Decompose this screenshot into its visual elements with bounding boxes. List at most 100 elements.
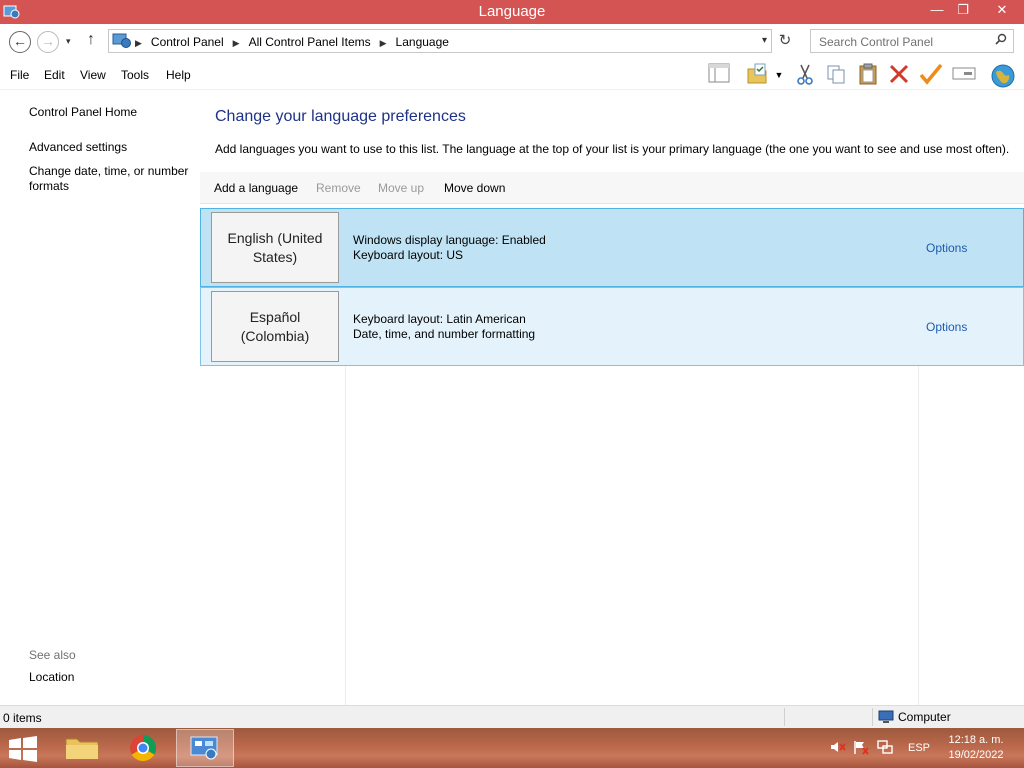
address-dropdown-icon[interactable]: ▾ — [762, 35, 767, 46]
language-name-tile[interactable]: English (United States) — [211, 212, 339, 283]
layout-glyph — [708, 63, 730, 83]
breadcrumb-separator-icon[interactable]: ▶ — [380, 38, 387, 48]
breadcrumb-language[interactable]: Language — [396, 35, 449, 49]
window-title: Language — [478, 3, 546, 20]
cut-icon[interactable] — [792, 63, 818, 87]
computer-label: Computer — [898, 710, 951, 724]
move-up-button[interactable]: Move up — [378, 181, 424, 195]
advanced-settings-link[interactable]: Advanced settings — [29, 140, 194, 155]
address-row: ← → ▾ ↑ ▶ Control Panel ▶ All Control Panel… — [0, 24, 1024, 60]
system-clock[interactable]: 12:18 a. m. 19/02/2022 — [944, 733, 1008, 763]
network-icon[interactable] — [877, 740, 893, 758]
delete-glyph — [889, 64, 909, 84]
command-bar: Add a language Remove Move up Move down — [200, 172, 1024, 204]
delete-icon[interactable] — [886, 63, 912, 87]
rename-glyph — [952, 67, 976, 80]
search-placeholder: Search Control Panel — [819, 35, 934, 49]
properties-glyph — [747, 63, 767, 84]
network-glyph — [877, 740, 893, 754]
forward-button[interactable]: → — [37, 31, 59, 53]
globe-glyph — [991, 64, 1015, 88]
taskbar: ESP 12:18 a. m. 19/02/2022 — [0, 728, 1024, 768]
breadcrumb: ▶ Control Panel ▶ All Control Panel Items ▶ L… — [135, 35, 449, 49]
breadcrumb-separator-icon[interactable]: ▶ — [135, 38, 142, 48]
search-icon[interactable] — [995, 33, 1007, 48]
flag-glyph — [854, 741, 869, 755]
status-bar: 0 items Computer — [0, 705, 1024, 728]
language-detail-line: Windows display language: Enabled — [353, 233, 546, 247]
language-details: Keyboard layout: Latin American Date, ti… — [353, 312, 535, 342]
language-options-link[interactable]: Options — [926, 320, 967, 334]
folder-icon — [65, 738, 99, 760]
menu-view[interactable]: View — [80, 68, 106, 82]
change-date-formats-link[interactable]: Change date, time, or number formats — [29, 164, 194, 194]
language-name-tile[interactable]: Español (Colombia) — [211, 291, 339, 362]
move-down-button[interactable]: Move down — [444, 181, 505, 195]
menu-tools[interactable]: Tools — [121, 68, 149, 82]
computer-zone: Computer — [878, 710, 951, 724]
language-row[interactable]: English (United States) Windows display … — [200, 208, 1024, 287]
item-count: 0 items — [3, 711, 42, 725]
control-panel-icon — [112, 33, 131, 48]
remove-button[interactable]: Remove — [316, 181, 361, 195]
check-glyph — [919, 63, 943, 85]
check-icon[interactable] — [918, 63, 944, 87]
search-glyph — [995, 33, 1007, 45]
see-also-label: See also — [29, 648, 76, 662]
main-content: Change your language preferences Add lan… — [200, 90, 1024, 705]
action-center-flag-icon[interactable] — [853, 740, 869, 758]
language-detail-line: Keyboard layout: US — [353, 248, 464, 262]
language-detail-line: Date, time, and number formatting — [353, 327, 536, 341]
control-panel-home-link[interactable]: Control Panel Home — [29, 105, 194, 120]
language-details: Windows display language: Enabled Keyboa… — [353, 233, 546, 263]
computer-icon — [878, 710, 894, 723]
language-list: English (United States) Windows display … — [200, 208, 1024, 366]
restore-button[interactable]: ❐ — [948, 0, 978, 22]
page-title: Change your language preferences — [215, 108, 466, 125]
windows-start-icon[interactable] — [8, 736, 38, 762]
rename-icon[interactable] — [951, 63, 977, 87]
address-bar[interactable]: ▶ Control Panel ▶ All Control Panel Items ▶ L… — [108, 29, 772, 53]
status-divider — [784, 708, 785, 726]
breadcrumb-separator-icon[interactable]: ▶ — [233, 38, 240, 48]
up-button[interactable]: ↑ — [87, 31, 95, 49]
left-navigation: Control Panel Home Advanced settings Cha… — [0, 90, 200, 705]
clock-time: 12:18 a. m. — [948, 734, 1004, 746]
menu-bar: File Edit View Tools Help ▼ — [0, 60, 1024, 90]
layout-icon[interactable] — [706, 63, 732, 87]
page-description: Add languages you want to use to this li… — [215, 142, 1010, 156]
language-detail-line: Keyboard layout: Latin American — [353, 312, 526, 326]
clock-date: 19/02/2022 — [948, 749, 1004, 761]
language-options-link[interactable]: Options — [926, 241, 967, 255]
cut-glyph — [797, 64, 813, 85]
copy-glyph — [827, 65, 845, 84]
chrome-icon — [130, 734, 156, 762]
chrome-taskbar-button[interactable] — [114, 729, 172, 767]
status-divider — [872, 708, 873, 726]
volume-muted-icon[interactable] — [830, 740, 846, 757]
breadcrumb-all-items[interactable]: All Control Panel Items — [249, 35, 371, 49]
paste-glyph — [859, 63, 877, 85]
menu-file[interactable]: File — [10, 68, 29, 82]
paste-icon[interactable] — [855, 63, 881, 87]
menu-help[interactable]: Help — [166, 68, 191, 82]
search-input[interactable]: Search Control Panel — [810, 29, 1014, 53]
control-panel-icon — [190, 736, 218, 760]
properties-icon[interactable] — [744, 63, 770, 87]
copy-icon[interactable] — [823, 63, 849, 87]
add-language-button[interactable]: Add a language — [214, 181, 298, 195]
location-link[interactable]: Location — [29, 670, 194, 685]
refresh-button[interactable]: ↻ — [775, 31, 795, 51]
language-row[interactable]: Español (Colombia) Keyboard layout: Lati… — [200, 287, 1024, 366]
back-button[interactable]: ← — [9, 31, 31, 53]
properties-dropdown-icon[interactable]: ▼ — [772, 63, 786, 87]
close-button[interactable]: ✕ — [984, 0, 1020, 22]
title-bar: Language — ❐ ✕ — [0, 0, 1024, 24]
breadcrumb-control-panel[interactable]: Control Panel — [151, 35, 224, 49]
menu-edit[interactable]: Edit — [44, 68, 65, 82]
file-explorer-taskbar-button[interactable] — [53, 729, 111, 767]
input-language-indicator[interactable]: ESP — [908, 742, 930, 754]
globe-icon[interactable] — [990, 63, 1016, 88]
control-panel-taskbar-button[interactable] — [176, 729, 234, 767]
recent-locations-chevron-icon[interactable]: ▾ — [66, 36, 71, 47]
